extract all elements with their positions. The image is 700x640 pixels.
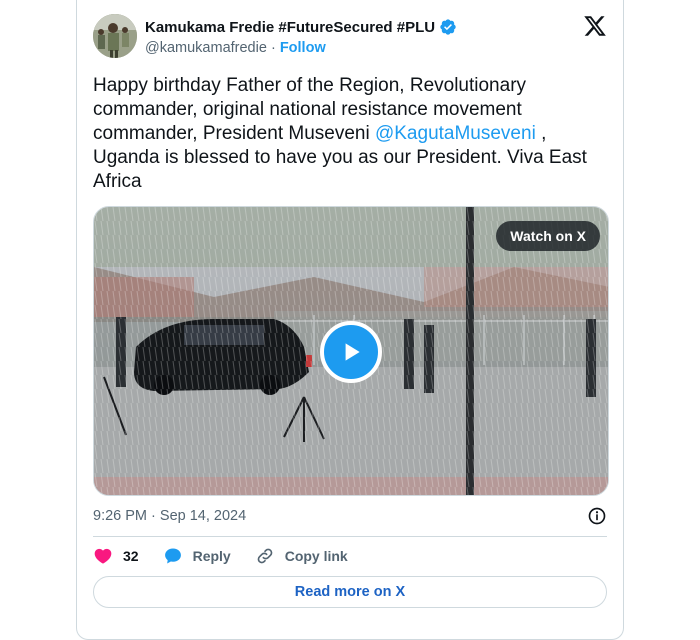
- copy-link-button[interactable]: Copy link: [255, 546, 348, 566]
- link-icon: [257, 548, 273, 564]
- like-button[interactable]: 32: [93, 546, 139, 566]
- tweet-text: Happy birthday Father of the Region, Rev…: [93, 74, 613, 194]
- reply-bubble-icon: [164, 548, 181, 564]
- timestamp-separator: ·: [151, 508, 156, 524]
- copy-link-label: Copy link: [284, 548, 348, 564]
- mention-link[interactable]: @KagutaMuseveni: [375, 123, 536, 144]
- tweet-time[interactable]: 9:26 PM: [93, 508, 147, 524]
- tweet-header: Kamukama Fredie #FutureSecured #PLU @kam…: [93, 12, 607, 60]
- action-bar: 32 Reply Copy link: [93, 546, 372, 566]
- author-handle-row: @kamukamafredie · Follow: [145, 40, 326, 56]
- author-handle[interactable]: @kamukamafredie: [145, 40, 267, 56]
- reply-button[interactable]: Reply: [163, 546, 231, 566]
- tweet-date[interactable]: Sep 14, 2024: [160, 508, 246, 524]
- watch-on-x-button[interactable]: Watch on X: [496, 221, 600, 251]
- author-name[interactable]: Kamukama Fredie #FutureSecured #PLU: [145, 19, 435, 36]
- avatar[interactable]: [93, 14, 137, 58]
- heart-icon: [94, 548, 112, 564]
- verified-badge-icon: [439, 18, 457, 36]
- x-logo-icon[interactable]: [583, 14, 607, 38]
- reply-label: Reply: [192, 548, 231, 564]
- author-name-row[interactable]: Kamukama Fredie #FutureSecured #PLU: [145, 18, 457, 36]
- play-icon: [345, 343, 360, 361]
- play-button[interactable]: [320, 321, 382, 383]
- follow-button[interactable]: Follow: [280, 40, 326, 56]
- info-icon[interactable]: [587, 506, 607, 526]
- divider: [93, 536, 607, 537]
- tweet-card: Kamukama Fredie #FutureSecured #PLU @kam…: [76, 0, 624, 640]
- video-player[interactable]: Watch on X: [93, 206, 609, 496]
- tweet-timestamp[interactable]: 9:26 PM · Sep 14, 2024: [93, 508, 246, 524]
- like-count: 32: [123, 548, 139, 564]
- read-more-button[interactable]: Read more on X: [93, 576, 607, 608]
- handle-separator: ·: [270, 40, 276, 56]
